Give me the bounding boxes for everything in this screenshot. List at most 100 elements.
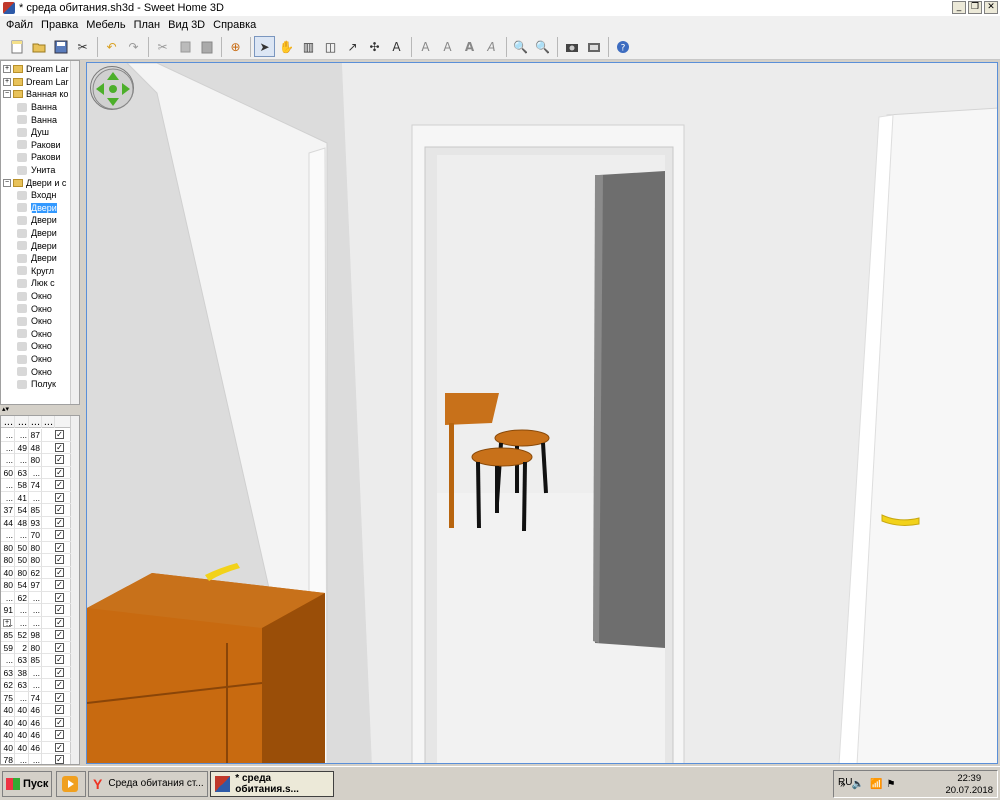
3d-scene[interactable] <box>87 63 998 764</box>
pane-splitter-horizontal[interactable]: ▴▾ <box>0 405 80 415</box>
table-row[interactable]: 40 80 62 ✓ <box>1 566 71 579</box>
copy-icon[interactable] <box>174 36 195 57</box>
table-cell[interactable]: 46 <box>29 716 42 729</box>
table-row[interactable]: 91...... ✓ <box>1 604 71 617</box>
table-cell[interactable]: 80 <box>1 554 15 566</box>
table-cell[interactable]: 85 <box>29 654 42 666</box>
catalog-item[interactable]: Ракови <box>17 139 61 152</box>
taskbar-yandex-window[interactable]: Y Среда обитания ст... <box>88 770 208 797</box>
furniture-list-scrollbar[interactable] <box>70 416 79 764</box>
create-dimensions-icon[interactable]: ↗ <box>342 36 363 57</box>
furniture-list-table[interactable]: ... ... ... ... ...... 87 ✓... 49 48 ✓...... 8… <box>0 415 80 765</box>
catalog-category[interactable]: − Ванная ко <box>3 88 68 101</box>
visible-checkbox[interactable]: ✓ <box>55 492 64 502</box>
undo-icon[interactable]: ↶ <box>101 36 122 57</box>
catalog-item[interactable]: Унита <box>17 164 55 177</box>
table-cell[interactable]: 44 <box>1 516 15 529</box>
media-player-icon[interactable] <box>56 770 86 797</box>
table-row[interactable]: ... 49 48 ✓ <box>1 441 71 454</box>
table-row[interactable]: ...... 70 ✓ <box>1 529 71 542</box>
table-cell[interactable]: ... <box>1 454 15 466</box>
table-cell[interactable]: 62 <box>1 679 15 691</box>
show-hidden-icons-icon[interactable]: » <box>840 779 846 790</box>
collapse-icon[interactable]: − <box>3 90 11 99</box>
flag-icon[interactable]: ⚑ <box>886 779 895 790</box>
menu-help[interactable]: Справка <box>209 19 260 31</box>
catalog-item[interactable]: Двери <box>17 214 57 227</box>
table-cell[interactable]: 80 <box>29 641 42 654</box>
visible-checkbox[interactable]: ✓ <box>55 592 64 602</box>
table-cell[interactable]: 40 <box>15 704 29 716</box>
table-cell[interactable]: 40 <box>15 716 29 729</box>
table-cell[interactable]: 40 <box>1 716 15 729</box>
table-cell[interactable]: 63 <box>1 666 15 679</box>
catalog-item[interactable]: Ванна <box>17 101 57 114</box>
catalog-item[interactable]: Двери <box>17 227 57 240</box>
table-row[interactable]: 40 40 46 ✓ <box>1 704 71 717</box>
table-cell[interactable]: 54 <box>15 504 29 516</box>
table-cell[interactable]: 52 <box>15 629 29 641</box>
table-cell[interactable]: 80 <box>15 566 29 579</box>
table-row[interactable]: 37 54 85 ✓ <box>1 504 71 517</box>
table-row[interactable]: ... 62... ✓ <box>1 591 71 604</box>
text-style-a-icon[interactable]: A <box>415 36 436 57</box>
clock[interactable]: 22:39 20.07.2018 <box>945 773 993 797</box>
visible-checkbox[interactable]: ✓ <box>55 542 64 552</box>
table-cell[interactable]: 40 <box>15 741 29 754</box>
table-cell[interactable]: 50 <box>15 541 29 554</box>
visible-checkbox[interactable]: ✓ <box>55 467 64 477</box>
catalog-category[interactable]: + Dream Lar <box>3 63 69 76</box>
visible-checkbox[interactable]: ✓ <box>55 705 64 714</box>
visible-checkbox[interactable]: ✓ <box>55 605 64 614</box>
photo-icon[interactable] <box>561 36 582 57</box>
cut2-icon[interactable]: ✂ <box>152 36 173 57</box>
paste-icon[interactable] <box>196 36 217 57</box>
visible-checkbox[interactable]: ✓ <box>55 430 64 439</box>
catalog-item[interactable]: Двери <box>17 252 57 265</box>
video-icon[interactable] <box>583 36 604 57</box>
visible-checkbox[interactable]: ✓ <box>55 717 64 727</box>
table-cell[interactable]: ... <box>15 529 29 541</box>
table-cell[interactable]: ... <box>29 591 42 604</box>
table-cell[interactable]: ... <box>29 679 42 691</box>
visible-checkbox[interactable]: ✓ <box>55 680 64 689</box>
table-cell[interactable]: 46 <box>29 741 42 754</box>
catalog-item[interactable]: Окно <box>17 302 52 315</box>
table-cell[interactable]: 63 <box>15 466 29 479</box>
text-bold-icon[interactable]: A <box>459 36 480 57</box>
table-cell[interactable]: 62 <box>15 591 29 604</box>
table-cell[interactable]: 41 <box>15 491 29 504</box>
visible-checkbox[interactable]: ✓ <box>55 667 64 677</box>
table-row[interactable]: 59 2 80 ✓ <box>1 641 71 654</box>
table-cell[interactable]: 58 <box>15 479 29 491</box>
catalog-item[interactable]: Окно <box>17 353 52 366</box>
expand-icon[interactable]: + <box>3 77 11 86</box>
table-cell[interactable]: ... <box>29 616 42 629</box>
table-row[interactable]: ...... 80 ✓ <box>1 454 71 467</box>
catalog-item[interactable]: Окно <box>17 315 52 328</box>
column-header-width[interactable]: ... <box>15 416 29 428</box>
table-cell[interactable]: 91 <box>1 604 15 616</box>
pan-icon[interactable]: ✋ <box>276 36 297 57</box>
table-cell[interactable]: ... <box>1 441 15 454</box>
table-row[interactable]: 44 48 93 ✓ <box>1 516 71 529</box>
table-cell[interactable]: 87 <box>29 429 42 441</box>
table-cell[interactable]: ... <box>1 591 15 604</box>
table-cell[interactable]: 80 <box>1 579 15 591</box>
sweet-home-app-icon[interactable] <box>3 2 15 14</box>
table-row[interactable]: 80 50 80 ✓ <box>1 554 71 567</box>
table-cell[interactable]: 40 <box>1 741 15 754</box>
network-icon[interactable]: 📶 <box>870 779 882 790</box>
catalog-item[interactable]: Окно <box>17 328 52 341</box>
catalog-item[interactable]: Кругл <box>17 265 54 278</box>
visible-checkbox[interactable]: ✓ <box>55 505 64 514</box>
table-cell[interactable]: ... <box>1 429 15 441</box>
table-row[interactable]: 63 38... ✓ <box>1 666 71 679</box>
table-cell[interactable]: 80 <box>1 541 15 554</box>
menu-edit[interactable]: Правка <box>37 19 82 31</box>
table-cell[interactable]: 85 <box>1 629 15 641</box>
create-rooms-icon[interactable]: ◫ <box>320 36 341 57</box>
start-button[interactable]: Пуск <box>2 770 52 797</box>
minimize-button[interactable]: _ <box>952 1 966 14</box>
catalog-item[interactable]: Двери <box>17 202 57 215</box>
